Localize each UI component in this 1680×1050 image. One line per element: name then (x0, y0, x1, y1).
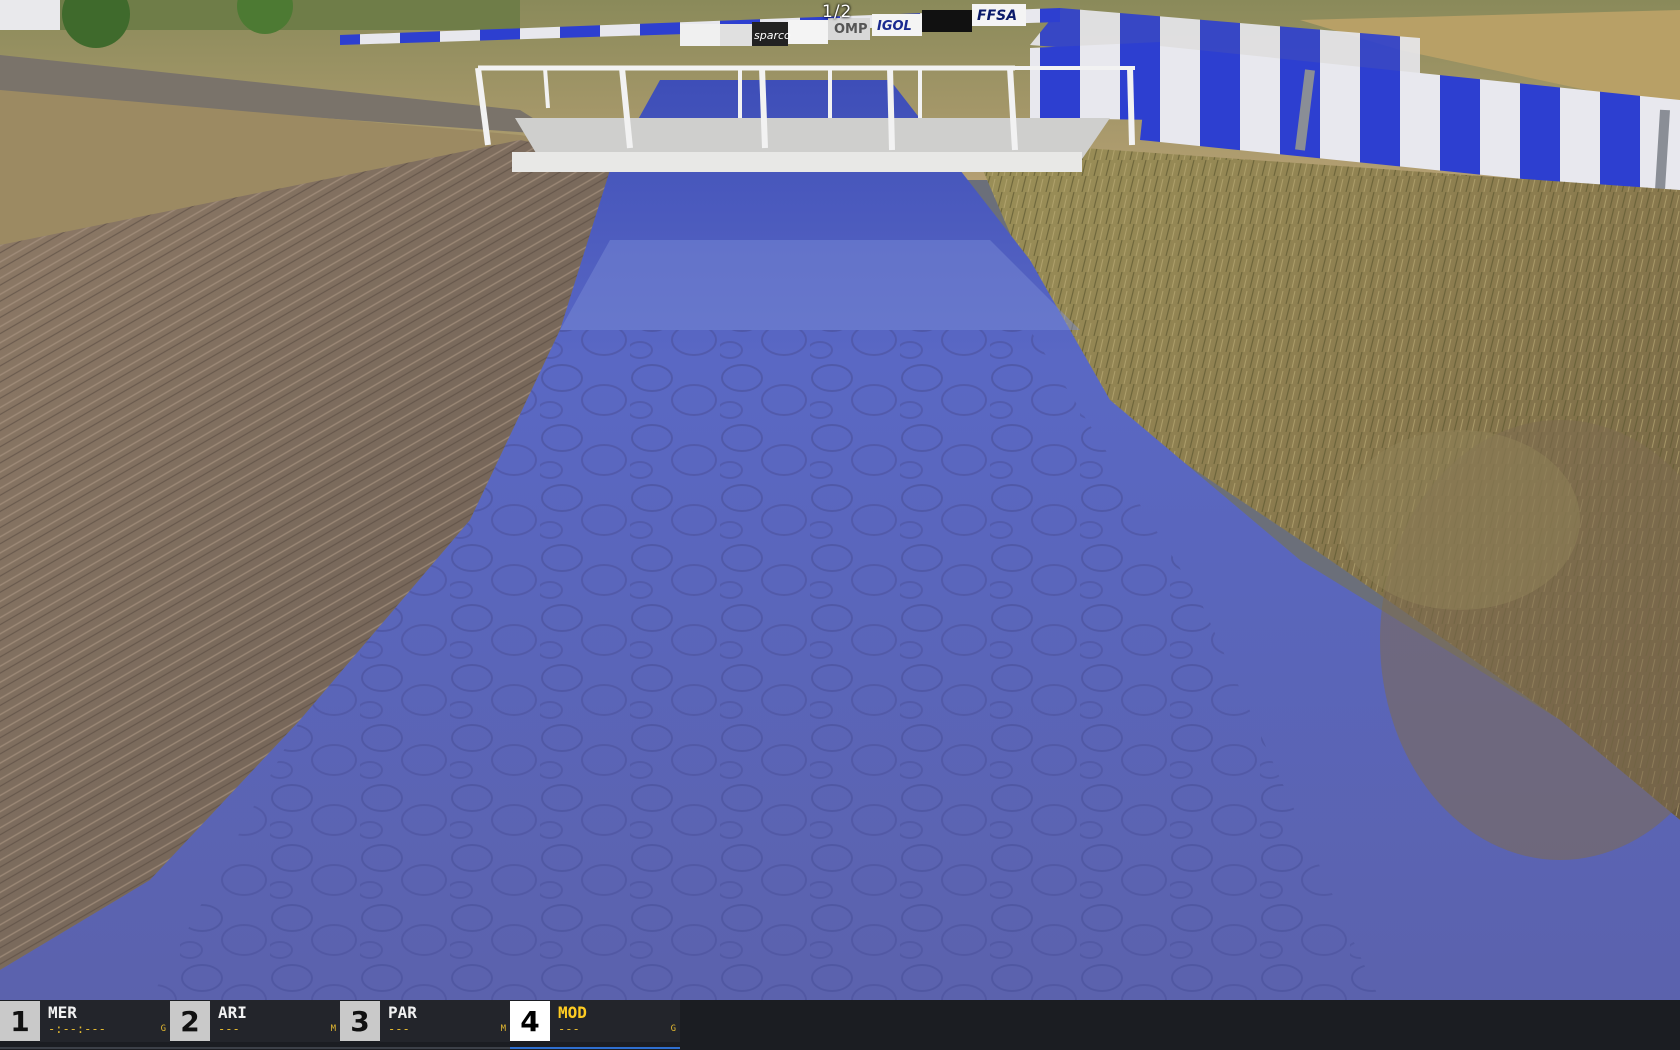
water-reflection (560, 240, 1080, 330)
position-number: 3 (340, 1001, 380, 1041)
foreground-grass (1340, 430, 1580, 610)
driver-name: MOD (558, 1003, 587, 1022)
race-scene-view: sparco OMP IGOL FFSA (0, 0, 1680, 1000)
driver-tag: M (500, 1024, 506, 1034)
position-number: 2 (170, 1001, 210, 1041)
slot-underline (340, 1047, 510, 1049)
sponsor-omp: OMP (834, 22, 868, 37)
driver-info: ARI --- M (210, 1000, 340, 1042)
sponsor-sparco: sparco (754, 29, 791, 42)
standing-slot-1: 1 MER -:--:--- G (0, 1000, 170, 1050)
driver-time: --- (558, 1022, 580, 1036)
driver-tag: G (160, 1024, 166, 1034)
driver-name: PAR (388, 1003, 417, 1022)
driver-name: ARI (218, 1003, 247, 1022)
driver-time: -:--:--- (48, 1022, 106, 1036)
sponsor-igol: IGOL (877, 19, 912, 34)
slot-underline (170, 1047, 340, 1049)
position-number: 4 (510, 1001, 550, 1041)
driver-tag: G (670, 1024, 676, 1034)
distant-building (0, 0, 60, 30)
slot-underline (0, 1047, 170, 1049)
driver-tag: M (330, 1024, 336, 1034)
driver-time: --- (388, 1022, 410, 1036)
standing-slot-2: 2 ARI --- M (170, 1000, 340, 1050)
driver-time: --- (218, 1022, 240, 1036)
sponsor-ffsa: FFSA (977, 8, 1017, 24)
driver-name: MER (48, 1003, 77, 1022)
right-barrier-wall (1030, 42, 1160, 120)
driver-info: PAR --- M (380, 1000, 510, 1042)
lap-counter: 1/2 (822, 2, 853, 22)
driver-info: MER -:--:--- G (40, 1000, 170, 1042)
standing-slot-4-player: 4 MOD --- G (510, 1000, 680, 1050)
standing-slot-3: 3 PAR --- M (340, 1000, 510, 1050)
slot-underline (510, 1047, 680, 1049)
position-number: 1 (0, 1001, 40, 1041)
driver-info: MOD --- G (550, 1000, 680, 1042)
standings-bar: 1 MER -:--:--- G 2 ARI --- M 3 PAR --- M… (0, 1000, 1680, 1050)
